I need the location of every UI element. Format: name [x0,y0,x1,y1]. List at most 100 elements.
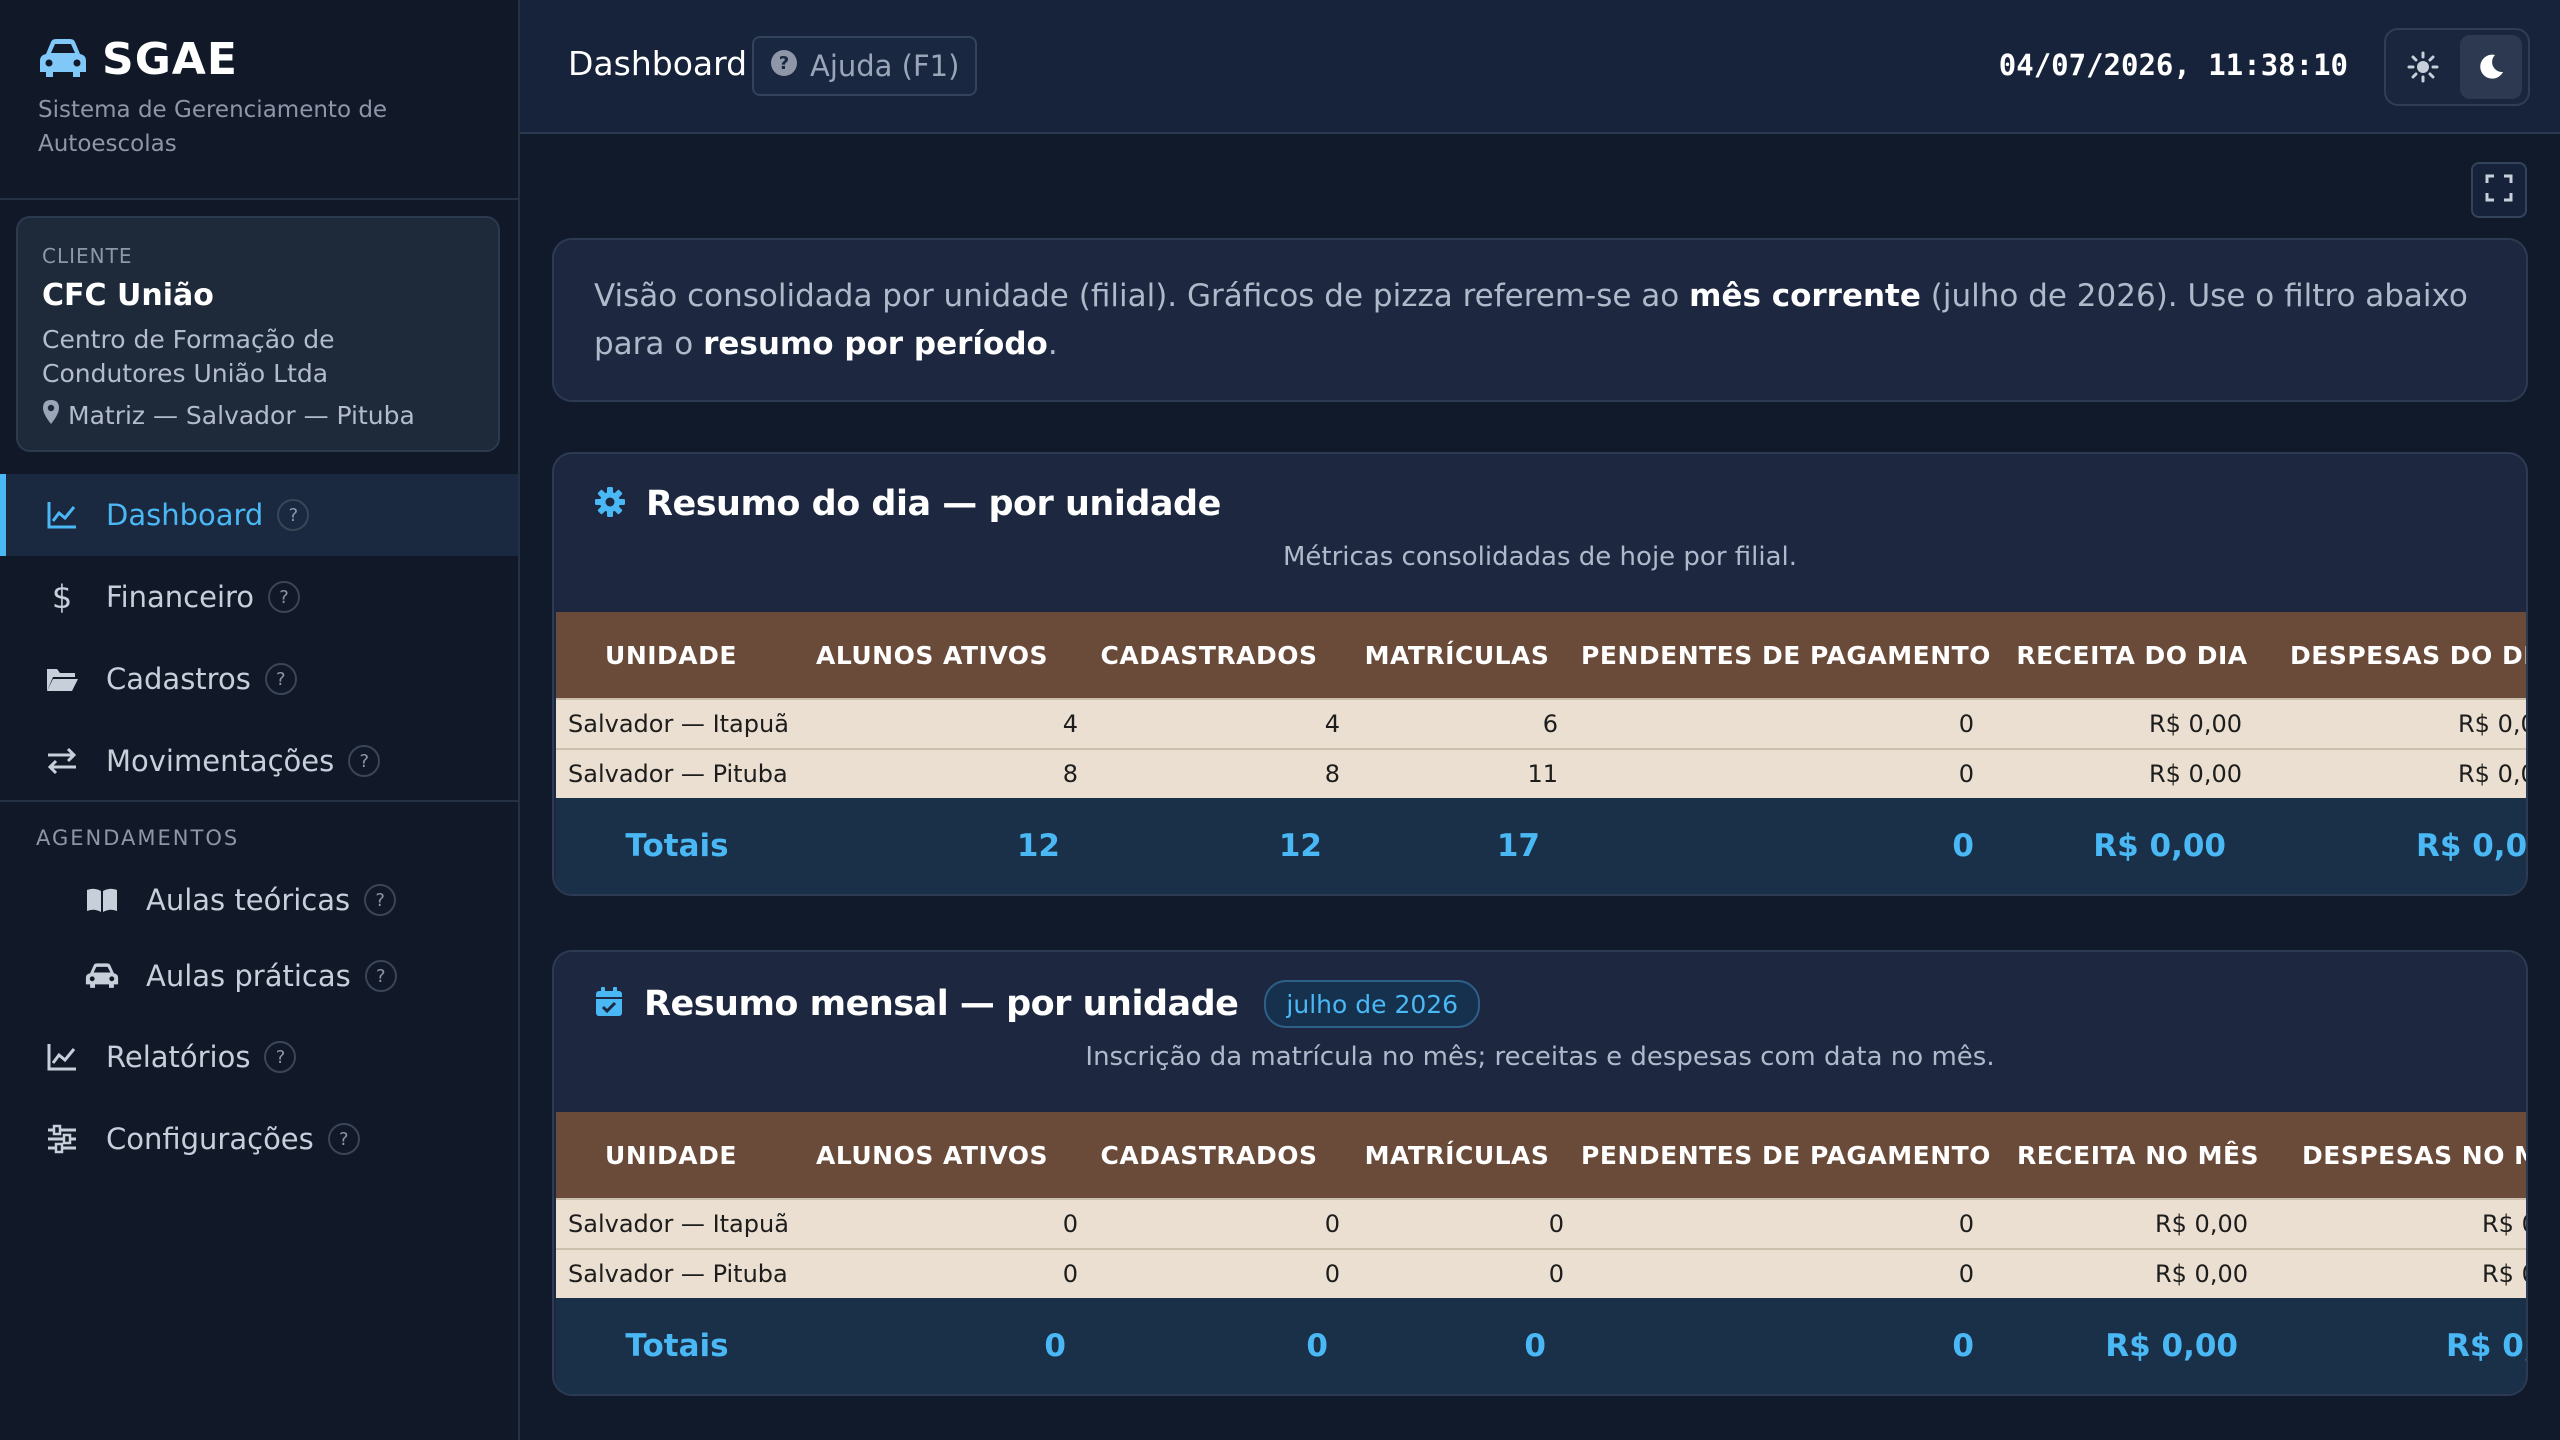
dollar-icon: $ [51,578,73,616]
table-cell: 8 [1078,748,1340,798]
help-icon[interactable]: ? [268,581,301,613]
sidebar-item-financeiro[interactable]: $ Financeiro ? [0,556,518,638]
table-cell: Salvador — Pituba [556,748,788,798]
topbar: Dashboard ? Ajuda (F1) 04/07/2026, 11:38… [520,0,2560,134]
client-card: CLIENTE CFC União Centro de Formação de … [16,216,500,452]
sidebar: SGAE Sistema de Gerenciamento de Autoesc… [0,0,520,1440]
client-label: CLIENTE [42,244,133,268]
column-header: PENDENTES DE PAGAMENTO [1574,612,1998,699]
period-badge: julho de 2026 [1264,980,1481,1028]
fullscreen-button[interactable] [2471,162,2527,218]
question-circle-icon: ? [770,49,798,84]
totals-cell: 12 [786,798,1078,894]
table-cell: 4 [1078,698,1340,749]
sidebar-item-aulas-teoricas[interactable]: Aulas teóricas ? [0,862,518,938]
expand-icon [2485,174,2513,206]
sidebar-item-relatorios[interactable]: Relatórios ? [0,1016,518,1098]
column-header: ALUNOS ATIVOS [786,612,1078,699]
sidebar-item-label: Aulas práticas [146,959,351,993]
sidebar-item-label: Configurações [106,1122,314,1156]
sidebar-item-label: Cadastros [106,662,251,696]
column-header: MATRÍCULAS [1340,1112,1574,1199]
daily-table: UNIDADE ALUNOS ATIVOS CADASTRADOS MATRÍC… [556,612,2526,894]
table-cell: R$ 0,00 [1998,1248,2278,1298]
column-header: PENDENTES DE PAGAMENTO [1574,1112,1998,1199]
table-cell: 0 [1574,748,1998,798]
column-header: DESPESAS DO DIA [2266,612,2526,699]
table-cell: Salvador — Itapuã [556,1198,789,1249]
divider [0,198,518,200]
help-icon[interactable]: ? [364,960,397,992]
totals-cell: R$ 0,00 [1998,1298,2278,1394]
panel-subtitle: Métricas consolidadas de hoje por filial… [1282,542,1798,572]
table-cell: R$ 0,00 [2278,1198,2526,1249]
totals-cell: 0 [1078,1298,1340,1394]
moon-icon[interactable] [2460,35,2522,99]
client-name: CFC União [42,278,214,313]
help-button-label: Ajuda (F1) [810,49,960,83]
sidebar-item-cadastros[interactable]: Cadastros ? [0,638,518,720]
brand: SGAE Sistema de Gerenciamento de Autoesc… [38,34,498,161]
table-cell: 8 [786,748,1078,798]
client-full-name: Centro de Formação de Condutores União L… [42,325,335,388]
panel-title: Resumo mensal — por unidade [644,984,1239,1024]
help-icon[interactable]: ? [348,745,381,777]
sidebar-item-label: Financeiro [106,580,255,614]
brand-title: SGAE [102,34,238,85]
divider [0,800,518,802]
monthly-summary-panel: Resumo mensal — por unidade julho de 202… [552,950,2528,1396]
client-location-text: Matriz — Salvador — Pituba [68,400,415,430]
sun-icon[interactable] [2392,35,2454,99]
table-cell: 4 [786,698,1078,749]
info-text: . [1047,326,1058,362]
car-icon [38,36,88,84]
table-cell: 0 [1340,1198,1574,1249]
help-icon[interactable]: ? [327,1123,360,1155]
exchange-icon [44,743,80,779]
help-icon[interactable]: ? [264,1041,297,1073]
table-row: Salvador — Pituba 0 0 0 0 R$ 0,00 R$ 0,0… [556,1248,2526,1298]
table-cell: Salvador — Pituba [556,1248,788,1298]
sidebar-item-dashboard[interactable]: Dashboard ? [0,474,518,556]
column-header: RECEITA DO DIA [1998,612,2266,699]
totals-cell: 0 [786,1298,1078,1394]
sliders-icon [44,1121,80,1157]
sidebar-item-configuracoes[interactable]: Configurações ? [0,1098,518,1180]
theme-toggle[interactable] [2384,28,2530,106]
datetime: 04/07/2026, 11:38:10 [1998,48,2348,82]
info-bold: resumo por período [703,326,1048,362]
chart-line-icon [44,497,80,533]
column-header: DESPESAS NO MÊS [2278,1112,2526,1199]
sidebar-item-aulas-praticas[interactable]: Aulas práticas ? [0,938,518,1014]
table-cell: R$ 0,00 [2266,748,2526,798]
car-icon [84,958,120,994]
brand-subtitle: Sistema de Gerenciamento de Autoescolas [38,97,388,157]
table-row: Salvador — Pituba 8 8 11 0 R$ 0,00 R$ 0,… [556,748,2526,798]
column-header: CADASTRADOS [1078,612,1340,699]
sidebar-item-movimentacoes[interactable]: Movimentações ? [0,720,518,802]
column-header: UNIDADE [556,1112,786,1199]
sidebar-item-label: Aulas teóricas [146,883,351,917]
panel-subtitle: Inscrição da matrícula no mês; receitas … [1085,1042,1995,1072]
table-cell: 0 [1574,1248,1998,1298]
help-icon[interactable]: ? [364,884,397,916]
folder-icon [44,661,80,697]
totals-row: Totais 0 0 0 0 R$ 0,00 R$ 0,00 [556,1298,2526,1394]
table-cell: 11 [1340,748,1574,798]
help-icon[interactable]: ? [264,663,297,695]
map-pin-icon [42,399,60,431]
totals-cell: R$ 0,00 [2266,798,2526,894]
table-cell: 0 [1078,1248,1340,1298]
daily-summary-panel: Resumo do dia — por unidade Métricas con… [552,452,2528,896]
column-header: RECEITA NO MÊS [1998,1112,2278,1199]
help-icon[interactable]: ? [277,499,310,531]
help-button[interactable]: ? Ajuda (F1) [752,36,978,96]
totals-cell: 0 [1340,1298,1574,1394]
totals-label: Totais [556,798,786,894]
totals-cell: R$ 0,00 [1998,798,2266,894]
totals-cell: R$ 0,00 [2278,1298,2526,1394]
table-row: Salvador — Itapuã 0 0 0 0 R$ 0,00 R$ 0,0… [556,1198,2526,1249]
sidebar-item-label: Relatórios [106,1040,251,1074]
book-icon [84,882,120,918]
gear-icon [594,486,626,522]
